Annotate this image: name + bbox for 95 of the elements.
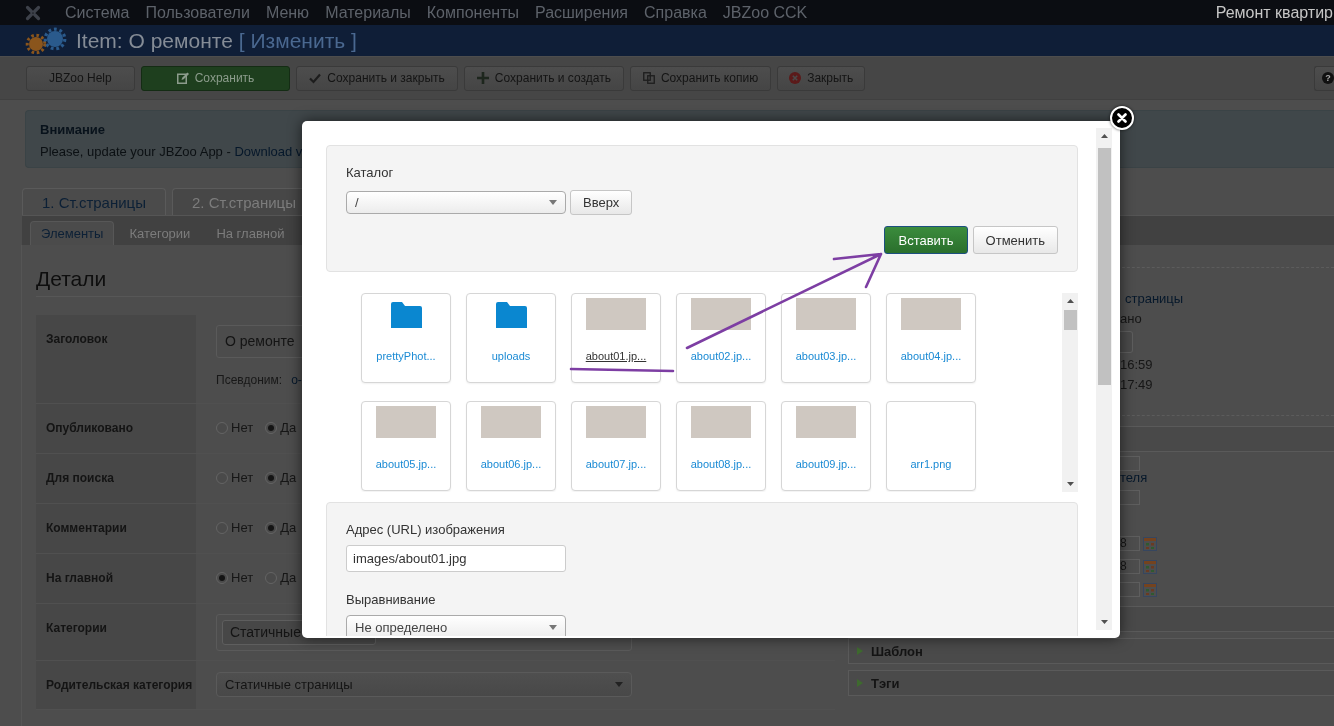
file-name-link[interactable]: prettyPhot... (376, 350, 436, 363)
tab[interactable]: 1. Ст.страницы (22, 188, 166, 215)
file-card[interactable]: about02.jp... (676, 293, 766, 383)
caret-icon (549, 200, 557, 205)
up-button[interactable]: Вверх (570, 190, 633, 215)
caret-icon (549, 625, 557, 630)
menu-item[interactable]: Пользователи (137, 0, 258, 25)
menu-item[interactable]: Расширения (527, 0, 637, 25)
scroll-down-icon[interactable] (1066, 482, 1074, 486)
page-title: Item: О ремонте (76, 27, 233, 54)
alias-link[interactable]: o- (291, 373, 302, 387)
calendar-icon (1143, 559, 1157, 574)
insert-button[interactable]: Вставить (884, 226, 968, 254)
file-name-link[interactable]: about08.jp... (690, 458, 752, 471)
file-card[interactable]: uploads (466, 293, 556, 383)
file-name-link[interactable]: uploads (491, 350, 531, 363)
menu-item[interactable]: Компоненты (418, 0, 527, 25)
close-icon (789, 72, 802, 84)
folder-icon (390, 302, 422, 328)
input-field[interactable] (1118, 490, 1140, 505)
close-button[interactable] (1110, 106, 1134, 130)
radio-button[interactable] (216, 572, 228, 584)
scroll-up-icon[interactable] (1100, 134, 1108, 138)
calendar-icon (1143, 536, 1157, 551)
menu-item[interactable]: JBZoo CCK (714, 0, 816, 25)
scrollbar-thumb[interactable] (1063, 310, 1077, 330)
plus-icon (476, 72, 489, 84)
caret-icon (615, 682, 623, 687)
catalog-select[interactable]: / (346, 191, 566, 214)
menu-item[interactable]: Материалы (317, 0, 419, 25)
file-card[interactable]: prettyPhot... (361, 293, 451, 383)
photo-placeholder (691, 406, 751, 438)
folder-icon (495, 302, 527, 328)
edit-icon (176, 72, 189, 84)
date-field[interactable] (1118, 582, 1140, 597)
url-label: Адрес (URL) изображения (346, 522, 506, 538)
menu-item[interactable]: Система (57, 0, 138, 25)
file-card[interactable]: about03.jp... (781, 293, 871, 383)
url-field[interactable]: images/about01.jpg (346, 545, 566, 572)
catalog-label: Каталог (346, 165, 395, 181)
file-name-link[interactable]: about03.jp... (795, 350, 857, 363)
photo-placeholder (796, 406, 856, 438)
copy-icon (642, 72, 655, 84)
file-name-link[interactable]: about09.jp... (795, 458, 857, 471)
file-name-link[interactable]: about01.jp... (585, 350, 647, 363)
radio-button[interactable] (265, 522, 278, 534)
info-link[interactable]: теля (1120, 471, 1148, 485)
radio-button[interactable] (265, 422, 278, 434)
scroll-up-icon[interactable] (1066, 299, 1074, 303)
close-icon (1117, 113, 1127, 123)
file-card[interactable]: about07.jp... (571, 401, 661, 491)
menu-item[interactable]: Справка (636, 0, 715, 25)
subtab[interactable]: Элементы (30, 221, 115, 245)
file-card[interactable]: arr1.png (886, 401, 976, 491)
photo-placeholder (796, 298, 856, 330)
file-card[interactable]: about08.jp... (676, 401, 766, 491)
scrollbar[interactable] (1062, 293, 1078, 492)
file-name-link[interactable]: about05.jp... (375, 458, 437, 471)
help-button[interactable]: ? (1314, 65, 1334, 91)
input-field[interactable] (1118, 456, 1140, 471)
file-card[interactable]: about05.jp... (361, 401, 451, 491)
info-link[interactable]: страницы (1125, 289, 1184, 309)
file-name-link[interactable]: about07.jp... (585, 458, 647, 471)
subtab[interactable]: На главной (205, 221, 296, 245)
photo-placeholder (901, 298, 961, 330)
photo-placeholder (376, 406, 436, 438)
logo-icon (25, 4, 41, 21)
align-label: Выравнивание (346, 592, 437, 608)
scrollbar-thumb[interactable] (1097, 148, 1111, 385)
align-select[interactable]: Не определено (346, 615, 566, 636)
calendar-icon (1143, 582, 1157, 597)
file-card[interactable]: about09.jp... (781, 401, 871, 491)
toolbar-button[interactable]: Сохранить (140, 65, 291, 91)
file-name-link[interactable]: about06.jp... (480, 458, 542, 471)
file-card[interactable]: about06.jp... (466, 401, 556, 491)
photo-placeholder (691, 298, 751, 330)
photo-placeholder (586, 298, 646, 330)
photo-placeholder (586, 406, 646, 438)
site-name-link[interactable]: Ремонт квартир (1215, 0, 1334, 25)
check-icon (309, 72, 322, 84)
file-name-link[interactable]: about04.jp... (900, 350, 962, 363)
scroll-down-icon[interactable] (1100, 620, 1108, 624)
select-field[interactable]: Статичные страницы (216, 672, 632, 697)
menu-item[interactable]: Меню (257, 0, 318, 25)
cancel-button[interactable]: Отменить (972, 226, 1058, 254)
scrollbar[interactable] (1096, 128, 1112, 630)
file-name-link[interactable]: about02.jp... (690, 350, 752, 363)
file-card[interactable]: about01.jp... (571, 293, 661, 383)
file-card[interactable]: about04.jp... (886, 293, 976, 383)
subtab[interactable]: Категории (118, 221, 202, 245)
file-name-link[interactable]: arr1.png (910, 458, 952, 471)
radio-button[interactable] (265, 472, 278, 484)
photo-placeholder (481, 406, 541, 438)
alert-title: Внимание (40, 121, 105, 139)
page-title-action: [ Изменить ] (238, 27, 357, 54)
